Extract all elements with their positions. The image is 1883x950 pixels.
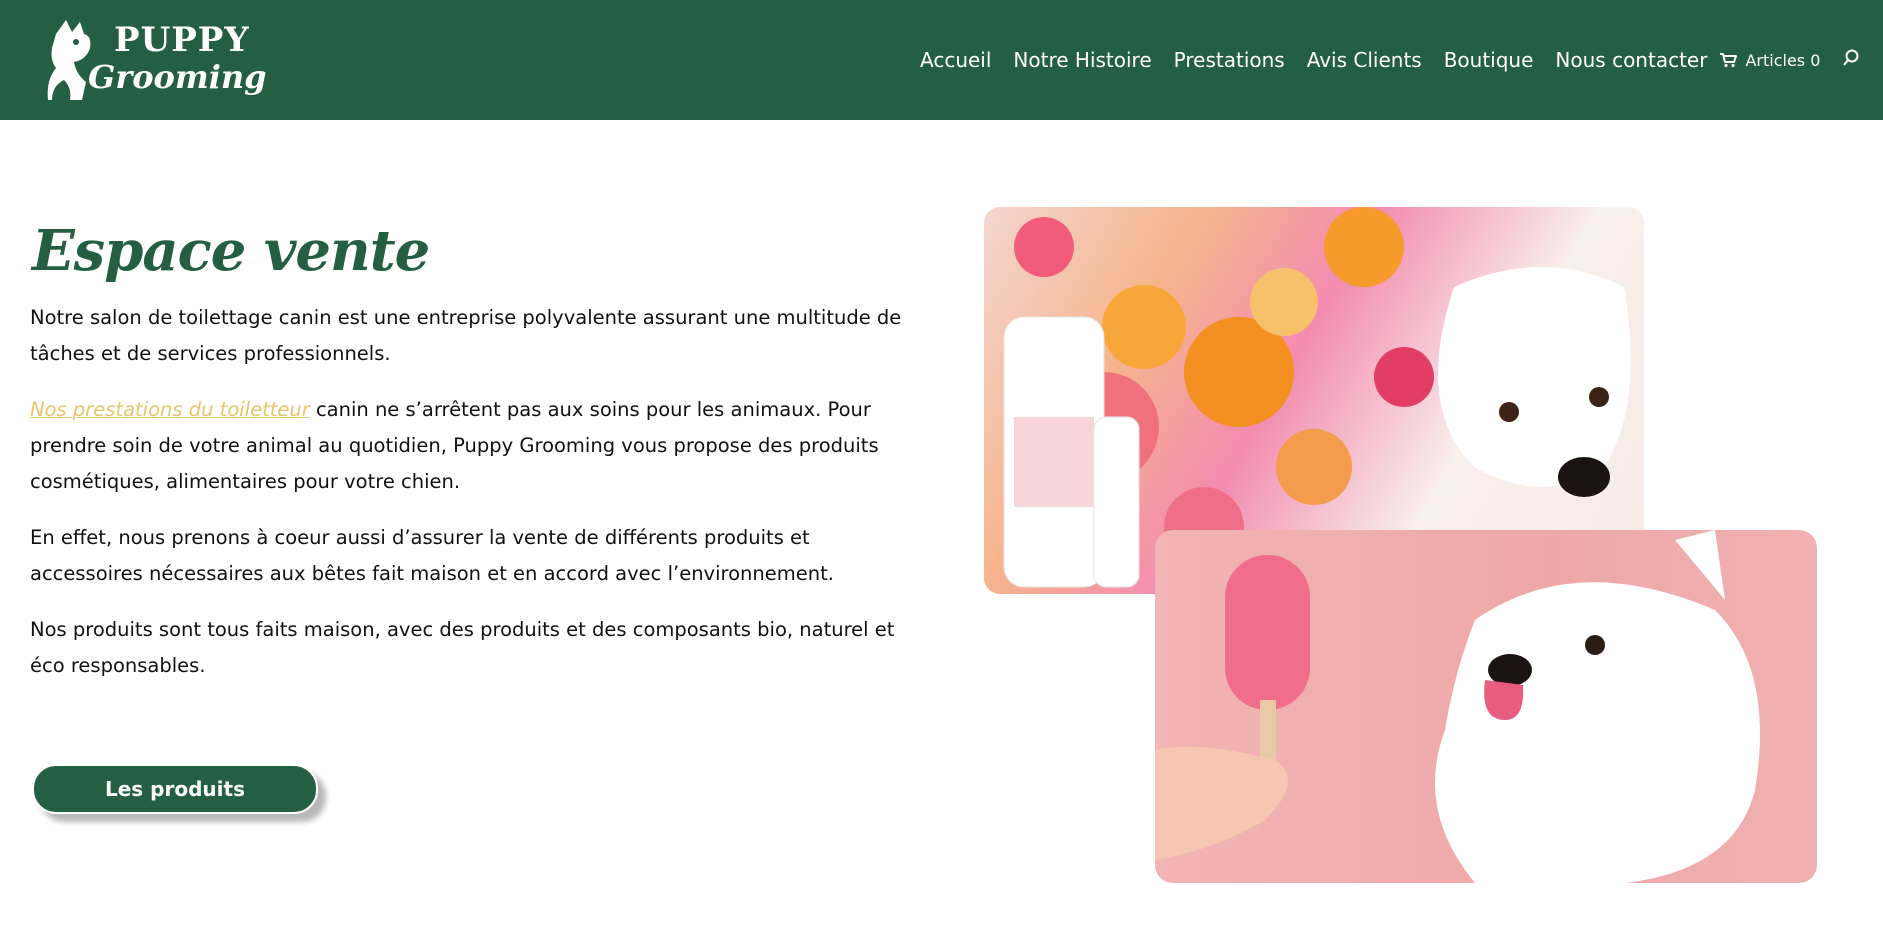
nav-accueil[interactable]: Accueil xyxy=(920,48,991,72)
cart-label: Articles 0 xyxy=(1745,50,1821,70)
paragraph-3: En effet, nous prenons à coeur aussi d’a… xyxy=(30,525,834,585)
dog-popsicle-image xyxy=(1155,530,1817,883)
paragraph-4: Nos produits sont tous faits maison, ave… xyxy=(30,617,895,677)
site-header: PUPPY Grooming Accueil Notre Histoire Pr… xyxy=(0,0,1883,120)
les-produits-button[interactable]: Les produits xyxy=(32,764,318,814)
logo[interactable]: PUPPY Grooming xyxy=(46,14,267,108)
page-title: Espace vente xyxy=(32,217,430,284)
cart-icon xyxy=(1720,53,1738,68)
paragraph-1: Notre salon de toilettage canin est une … xyxy=(30,305,902,365)
dog-popsicle-illustration xyxy=(1155,530,1760,883)
nav-prestations[interactable]: Prestations xyxy=(1174,48,1285,72)
prestations-link[interactable]: Nos prestations du toiletteur xyxy=(30,398,310,421)
nav-boutique[interactable]: Boutique xyxy=(1444,48,1534,72)
logo-title: PUPPY xyxy=(114,20,250,60)
nav-nous-contacter[interactable]: Nous contacter xyxy=(1555,48,1707,72)
logo-subtitle: Grooming xyxy=(88,58,267,96)
paragraph-2: Nos prestations du toiletteur canin ne s… xyxy=(30,392,910,500)
search-button[interactable] xyxy=(1842,49,1860,71)
nav-avis-clients[interactable]: Avis Clients xyxy=(1307,48,1422,72)
main-nav: Accueil Notre Histoire Prestations Avis … xyxy=(920,48,1860,72)
nav-notre-histoire[interactable]: Notre Histoire xyxy=(1013,48,1151,72)
cart-link[interactable]: Articles 0 xyxy=(1719,51,1820,70)
search-icon xyxy=(1843,49,1859,66)
